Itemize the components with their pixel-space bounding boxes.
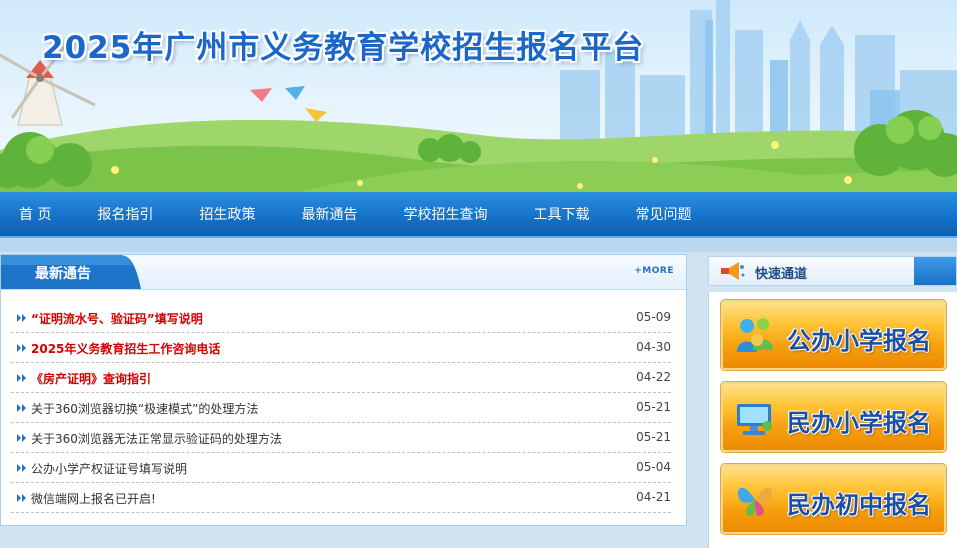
button-label: 公办小学报名 [787,327,931,355]
double-arrow-icon [17,314,26,322]
double-arrow-icon [17,464,26,472]
double-arrow-icon [17,404,26,412]
notice-date: 05-21 [636,430,671,444]
notice-date: 05-09 [636,310,671,324]
notice-item[interactable]: 微信端网上报名已开启! 04-21 [11,484,671,513]
notice-date: 04-30 [636,340,671,354]
notice-item[interactable]: 关于360浏览器切换“极速模式”的处理方法 05-21 [11,394,671,423]
nav-item-notices[interactable]: 最新通告 [301,204,357,224]
notice-title[interactable]: 微信端网上报名已开启! [31,490,156,507]
notice-date: 04-21 [636,490,671,504]
notice-title[interactable]: 公办小学产权证证号填写说明 [31,460,187,477]
notice-title[interactable]: 关于360浏览器切换“极速模式”的处理方法 [31,400,258,417]
nav-item-guide[interactable]: 报名指引 [97,204,153,224]
quick-channel-header: 快速通道 [708,256,957,286]
notice-date: 05-21 [636,400,671,414]
button-label: 民办小学报名 [787,409,931,437]
header-banner: 2025年广州市义务教育学校招生报名平台 [0,0,957,192]
header-accent [914,257,956,285]
site-title: 2025年广州市义务教育学校招生报名平台 [42,30,645,66]
notice-list: “证明流水号、验证码”填写说明 05-09 2025年义务教育招生工作咨询电话 … [11,304,671,514]
nav-item-faq[interactable]: 常见问题 [635,204,691,224]
double-arrow-icon [17,494,26,502]
notice-title[interactable]: 《房产证明》查询指引 [31,370,151,387]
button-label: 民办初中报名 [787,491,931,519]
private-primary-register-button[interactable]: 民办小学报名 [721,382,946,452]
double-arrow-icon [17,434,26,442]
butterfly-icon [737,487,773,516]
nav-divider [0,238,957,252]
more-link[interactable]: +MORE [634,266,674,276]
public-primary-register-button[interactable]: 公办小学报名 [721,300,946,370]
notices-header: 最新通告 +MORE [1,255,686,290]
notice-item[interactable]: 《房产证明》查询指引 04-22 [11,364,671,393]
notices-panel: 最新通告 +MORE “证明流水号、验证码”填写说明 05-09 2025年义务… [0,254,687,526]
notice-item[interactable]: 公办小学产权证证号填写说明 05-04 [11,454,671,483]
private-junior-register-button[interactable]: 民办初中报名 [721,464,946,534]
megaphone-icon [721,262,745,280]
notices-title: 最新通告 [35,266,91,282]
quick-channel-panel: 公办小学报名 民办小学报名 民办初中报名 [708,292,957,548]
notice-date: 04-22 [636,370,671,384]
nav-item-policy[interactable]: 招生政策 [199,204,255,224]
double-arrow-icon [17,374,26,382]
notice-date: 05-04 [636,460,671,474]
notice-title[interactable]: 关于360浏览器无法正常显示验证码的处理方法 [31,430,282,447]
people-icon [737,318,773,352]
computer-icon [737,404,772,435]
nav-item-downloads[interactable]: 工具下载 [533,204,589,224]
notice-item[interactable]: “证明流水号、验证码”填写说明 05-09 [11,304,671,333]
notice-title[interactable]: 2025年义务教育招生工作咨询电话 [31,340,220,357]
notice-item[interactable]: 关于360浏览器无法正常显示验证码的处理方法 05-21 [11,424,671,453]
quick-channel-title: 快速通道 [755,267,808,282]
nav-item-home[interactable]: 首 页 [19,204,51,224]
notice-item[interactable]: 2025年义务教育招生工作咨询电话 04-30 [11,334,671,363]
notices-tab: 最新通告 [1,255,151,289]
main-nav: 首 页 报名指引 招生政策 最新通告 学校招生查询 工具下载 常见问题 [0,192,957,238]
double-arrow-icon [17,344,26,352]
nav-item-school-query[interactable]: 学校招生查询 [403,204,487,224]
notice-title[interactable]: “证明流水号、验证码”填写说明 [31,310,203,327]
